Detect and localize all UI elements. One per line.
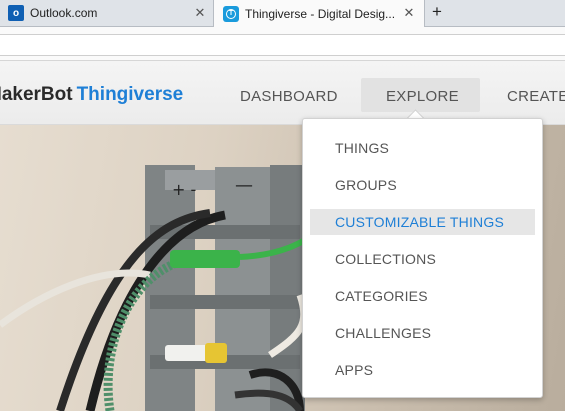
new-tab-button[interactable]: + (432, 2, 442, 22)
menu-item-collections[interactable]: COLLECTIONS (310, 246, 535, 272)
close-tab-icon[interactable]: ✕ (193, 5, 207, 21)
thingiverse-icon: T (223, 5, 239, 22)
site-logo[interactable]: MakerBotThingiverse (0, 84, 183, 106)
site-header: MakerBotThingiverse DASHBOARD EXPLORE CR… (0, 61, 565, 125)
menu-item-customizable-things[interactable]: CUSTOMIZABLE THINGS (310, 209, 535, 235)
menu-item-things[interactable]: THINGS (310, 135, 535, 161)
nav-create[interactable]: CREATE (507, 88, 565, 105)
tab-thingiverse[interactable]: T Thingiverse - Digital Desig... ✕ (213, 0, 425, 27)
tab-title: Outlook.com (30, 6, 98, 20)
tab-outlook[interactable]: o Outlook.com ✕ (0, 0, 210, 26)
menu-item-categories[interactable]: CATEGORIES (310, 283, 535, 309)
menu-item-apps[interactable]: APPS (310, 357, 535, 383)
nav-explore[interactable]: EXPLORE (386, 88, 459, 105)
tab-title: Thingiverse - Digital Desig... (245, 6, 396, 21)
svg-text:—: — (235, 175, 253, 196)
menu-item-groups[interactable]: GROUPS (310, 172, 535, 198)
browser-tab-strip: o Outlook.com ✕ T Thingiverse - Digital … (0, 0, 565, 27)
menu-item-challenges[interactable]: CHALLENGES (310, 320, 535, 346)
browser-toolbar (0, 27, 565, 61)
logo-name: Thingiverse (76, 84, 184, 105)
outlook-icon: o (8, 5, 24, 21)
explore-dropdown: THINGS GROUPS CUSTOMIZABLE THINGS COLLEC… (302, 118, 543, 398)
nav-dashboard[interactable]: DASHBOARD (240, 88, 338, 105)
close-tab-icon[interactable]: ✕ (402, 5, 416, 21)
svg-text:+ -: + - (172, 180, 196, 199)
address-bar[interactable] (0, 34, 565, 56)
logo-prefix: MakerBot (0, 84, 73, 105)
